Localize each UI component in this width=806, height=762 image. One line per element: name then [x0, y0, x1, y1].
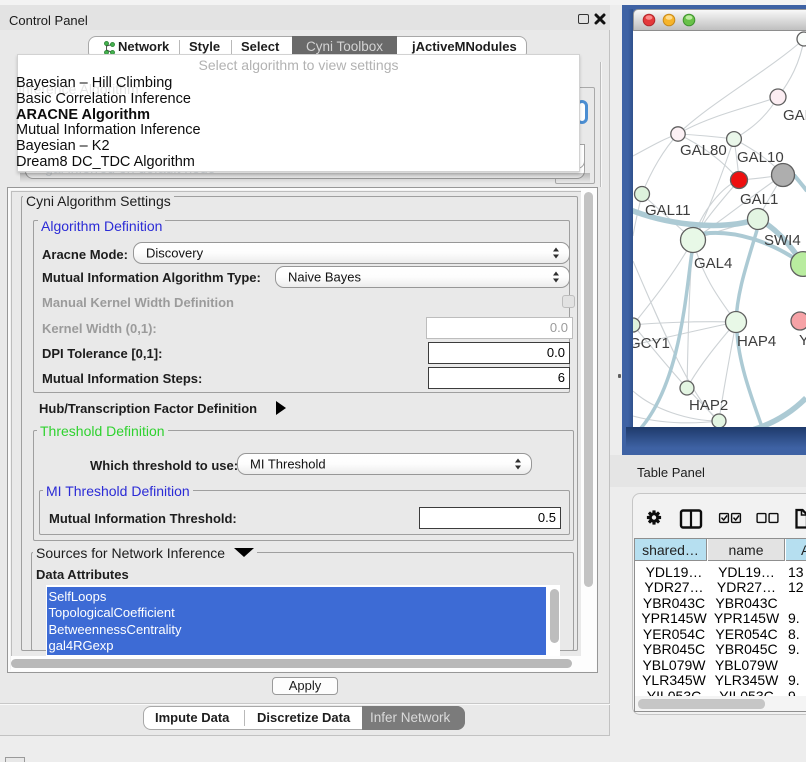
svg-text:GAL7: GAL7 — [783, 107, 806, 124]
svg-text:HAP2: HAP2 — [689, 397, 728, 414]
svg-text:HAP4: HAP4 — [737, 333, 776, 350]
svg-text:GAL10: GAL10 — [737, 149, 784, 166]
svg-text:SWI4: SWI4 — [764, 232, 801, 249]
svg-text:GAL80: GAL80 — [680, 142, 727, 159]
svg-text:Y: Y — [799, 332, 806, 349]
svg-text:GAL11: GAL11 — [645, 202, 691, 219]
svg-text:GAL4: GAL4 — [694, 255, 732, 272]
svg-text:GCY1: GCY1 — [633, 335, 670, 352]
svg-text:GAL1: GAL1 — [740, 191, 778, 208]
